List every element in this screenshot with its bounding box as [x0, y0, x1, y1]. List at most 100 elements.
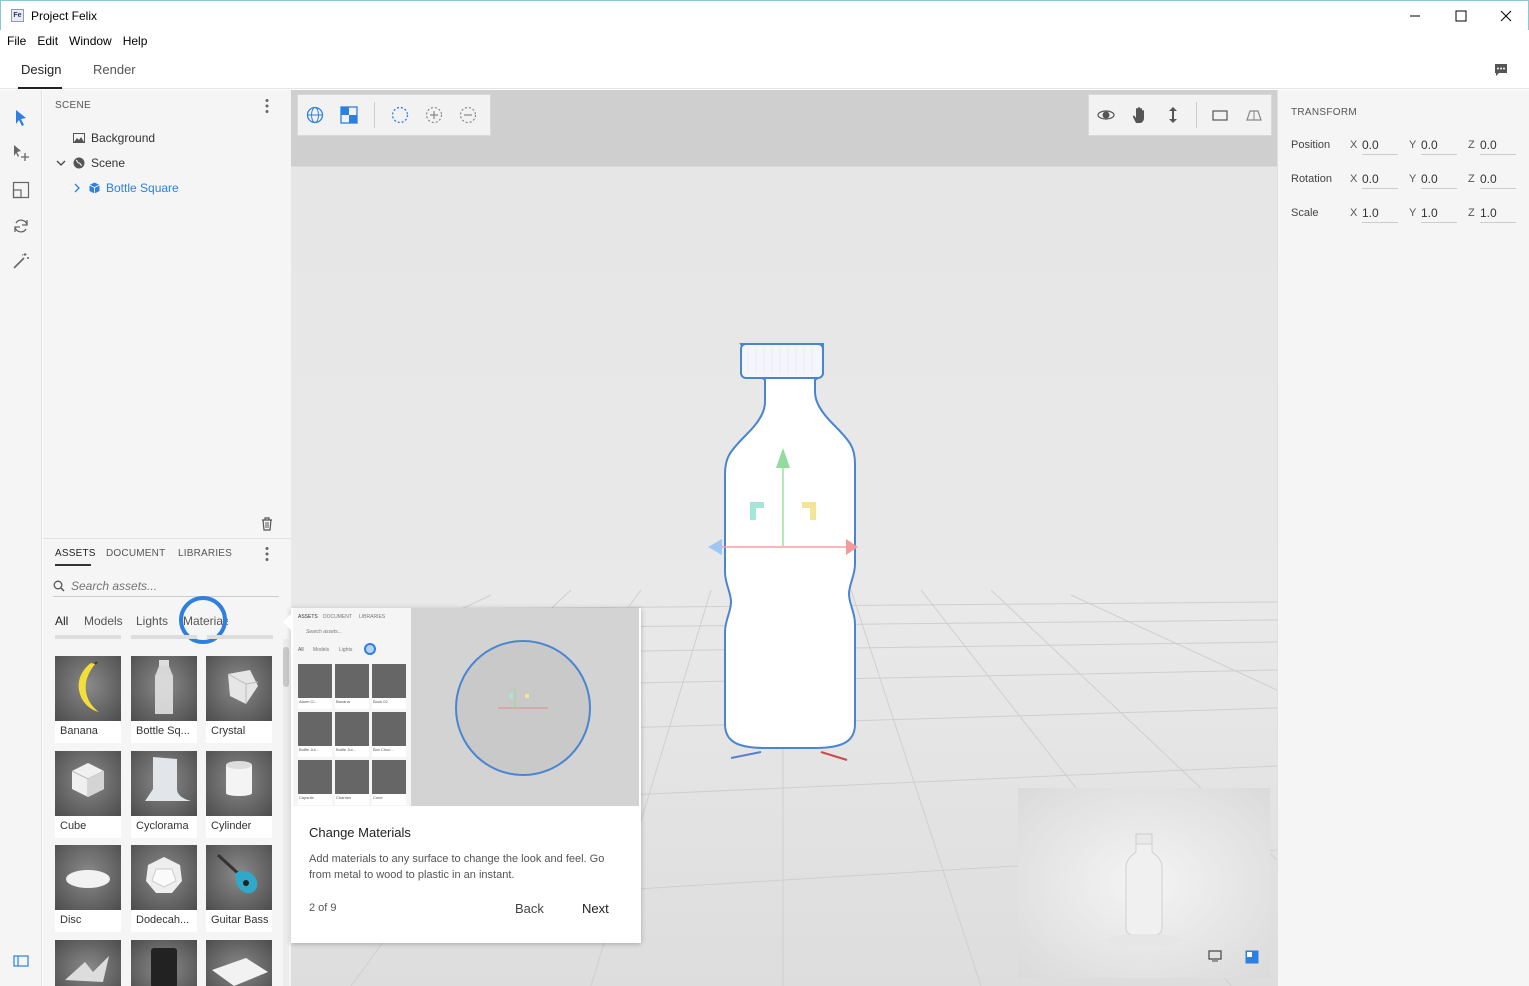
comments-button[interactable] [1493, 62, 1509, 78]
chevron-down-icon[interactable] [56, 158, 66, 168]
mini-thumb-label: Bottle Jui... [299, 747, 319, 752]
assets-scrollbar[interactable] [283, 639, 289, 986]
chevron-right-icon[interactable] [72, 183, 82, 193]
asset-thumb-partial[interactable] [131, 940, 197, 986]
axis-label-z: Z [1468, 173, 1475, 185]
asset-thumb-image [131, 845, 197, 910]
tab-libraries[interactable]: LIBRARIES [178, 548, 232, 559]
position-label: Position [1291, 139, 1331, 151]
asset-thumb[interactable]: Cylinder [206, 751, 272, 838]
asset-thumb[interactable]: Disc [55, 845, 121, 932]
frame-button[interactable] [1203, 98, 1237, 132]
menu-help[interactable]: Help [123, 34, 148, 48]
mini-assets-panel: ASSETS DOCUMENT LIBRARIES Search assets.… [293, 608, 411, 806]
asset-thumb[interactable]: Dodecah... [131, 845, 197, 932]
rotation-y-field[interactable]: 0.0 [1421, 172, 1457, 189]
tab-render[interactable]: Render [93, 62, 136, 77]
tooltip-step-count: 2 of 9 [309, 902, 337, 914]
tab-design[interactable]: Design [21, 62, 61, 77]
mini-highlight-ring [364, 643, 376, 655]
bottle-model[interactable] [696, 340, 876, 760]
origami-icon [65, 956, 109, 982]
environment-button[interactable] [298, 98, 332, 132]
filter-all[interactable]: All [55, 614, 68, 628]
tools-toolbar [0, 90, 42, 986]
menu-edit[interactable]: Edit [37, 34, 58, 48]
magic-wand-tool[interactable] [10, 250, 32, 272]
asset-thumb-label: Banana [60, 725, 98, 737]
perspective-button[interactable] [1237, 98, 1271, 132]
close-button[interactable] [1483, 1, 1529, 30]
pan-button[interactable] [1123, 98, 1157, 132]
scene-menu-button[interactable] [265, 98, 269, 114]
render-preview[interactable] [1018, 788, 1270, 978]
thumb-row-partial [55, 635, 273, 639]
mini-thumb-label: Bottle Jui... [336, 747, 356, 752]
tooltip-back-button[interactable]: Back [515, 901, 544, 916]
position-x-field[interactable]: 0.0 [1362, 138, 1398, 155]
asset-thumb-partial[interactable] [55, 940, 121, 986]
mini-thumb-label: Banana [336, 699, 350, 704]
rotate-tool[interactable] [10, 215, 32, 237]
mini-thumb: Bottle Jui... [335, 712, 369, 757]
search-input[interactable] [71, 578, 261, 593]
scale-y-field[interactable]: 1.0 [1421, 206, 1457, 223]
add-selection-button[interactable] [417, 98, 451, 132]
asset-thumb[interactable]: Cube [55, 751, 121, 838]
plane-icon [212, 958, 268, 986]
filter-models[interactable]: Models [84, 614, 123, 628]
cube-icon [89, 182, 100, 193]
rotation-z-field[interactable]: 0.0 [1480, 172, 1516, 189]
panel-toggle-button[interactable] [10, 950, 32, 972]
more-vertical-icon [265, 547, 269, 561]
mini-thumb-label: Book 02 [373, 699, 388, 704]
position-y-field[interactable]: 0.0 [1421, 138, 1457, 155]
delete-button[interactable] [261, 517, 273, 531]
toolbar-divider [374, 102, 375, 128]
position-z-field[interactable]: 0.0 [1480, 138, 1516, 155]
close-icon [1500, 10, 1512, 21]
cylinder-icon [226, 761, 252, 796]
move-tool[interactable] [10, 142, 32, 164]
asset-thumb[interactable]: Cyclorama [131, 751, 197, 838]
panel-layout-icon [13, 955, 29, 967]
asset-thumb[interactable]: Bottle Sq... [131, 656, 197, 743]
tree-item-background[interactable]: Background [73, 125, 155, 150]
mini-thumb: Box Choc... [372, 712, 406, 757]
mini-tab: ASSETS [298, 614, 318, 620]
asset-thumb-image [206, 751, 272, 816]
mini-thumb-label: Alarm Cl... [299, 699, 318, 704]
scrollbar-thumb[interactable] [283, 647, 289, 687]
menu-window[interactable]: Window [69, 34, 112, 48]
select-tool[interactable] [10, 107, 32, 129]
tree-item-scene[interactable]: Scene [56, 150, 125, 175]
orbit-button[interactable] [1089, 98, 1123, 132]
asset-thumb[interactable]: Guitar Bass [206, 845, 272, 932]
preview-capture-button[interactable] [1208, 950, 1222, 962]
preview-toggle-button[interactable] [1245, 950, 1259, 964]
scale-tool[interactable] [10, 179, 32, 201]
scale-z-field[interactable]: 1.0 [1480, 206, 1516, 223]
select-circle-button[interactable] [383, 98, 417, 132]
tooltip-next-button[interactable]: Next [582, 901, 609, 916]
subtract-selection-button[interactable] [451, 98, 485, 132]
axis-label-y: Y [1409, 173, 1417, 185]
asset-thumb-partial[interactable] [206, 940, 272, 986]
tab-assets[interactable]: ASSETS [55, 548, 96, 559]
scale-x-field[interactable]: 1.0 [1362, 206, 1398, 223]
asset-thumb[interactable]: Banana [55, 656, 121, 743]
filter-lights[interactable]: Lights [136, 614, 168, 628]
tab-document[interactable]: DOCUMENT [106, 548, 165, 559]
tree-item-bottle-square[interactable]: Bottle Square [72, 175, 179, 200]
minimize-button[interactable] [1392, 1, 1438, 30]
rotation-x-field[interactable]: 0.0 [1362, 172, 1398, 189]
maximize-button[interactable] [1438, 1, 1484, 30]
assets-menu-button[interactable] [265, 546, 269, 562]
menu-file[interactable]: File [7, 34, 26, 48]
mini-thumb-label: Charries [336, 795, 352, 800]
asset-thumb[interactable]: Crystal [206, 656, 272, 743]
asset-thumb-label: Bottle Sq... [136, 725, 190, 737]
tree-item-label: Bottle Square [106, 180, 179, 195]
snap-button[interactable] [332, 98, 366, 132]
dolly-button[interactable] [1157, 98, 1191, 132]
